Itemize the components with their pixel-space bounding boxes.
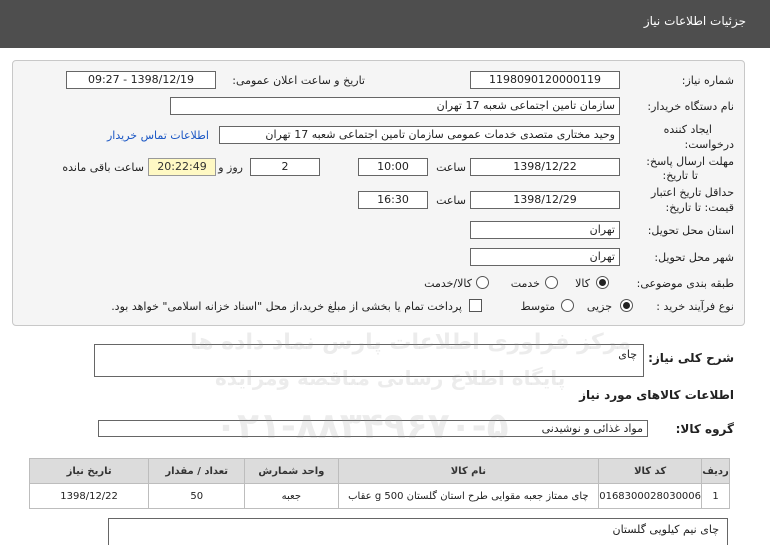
goods-table-header: ردیف کد کالا نام کالا واحد شمارش تعداد /… bbox=[28, 458, 730, 484]
process-type-label: نوع فرآیند خرید : bbox=[656, 300, 734, 313]
buyer-org-label: نام دستگاه خریدار: bbox=[647, 100, 734, 113]
announce-datetime-field: 1398/12/19 - 09:27 bbox=[66, 71, 216, 89]
reply-deadline-label-line2: تا تاریخ: bbox=[662, 169, 698, 182]
validity-time-field: 16:30 bbox=[358, 191, 428, 209]
column-header-need-date: تاریخ نیاز bbox=[28, 458, 150, 484]
process-medium-label: متوسط bbox=[520, 300, 555, 313]
page-title: جزئیات اطلاعات نیاز bbox=[643, 14, 746, 28]
requester-field: وحید مختاری متصدی خدمات عمومی سازمان تام… bbox=[219, 126, 620, 144]
need-number-field: 1198090120000119 bbox=[470, 71, 620, 89]
cell-row-number: 1 bbox=[701, 483, 730, 509]
column-header-unit: واحد شمارش bbox=[244, 458, 339, 484]
cell-unit: جعبه bbox=[244, 483, 339, 509]
price-validity-label-line2: قیمت: تا تاریخ: bbox=[665, 201, 734, 214]
city-label: شهر محل تحویل: bbox=[654, 251, 734, 264]
category-goods-service-radio[interactable] bbox=[476, 276, 489, 289]
process-minor-label: جزیی bbox=[586, 300, 612, 313]
goods-section-title: اطلاعات کالاهای مورد نیاز bbox=[579, 388, 734, 402]
category-goods-service-label: کالا/خدمت bbox=[424, 277, 472, 290]
announce-datetime-label: تاریخ و ساعت اعلان عمومی: bbox=[232, 74, 365, 87]
validity-date-field: 1398/12/29 bbox=[470, 191, 620, 209]
process-minor-radio[interactable] bbox=[620, 299, 633, 312]
need-summary-label: شرح کلی نیاز: bbox=[648, 351, 734, 365]
province-field: تهران bbox=[470, 221, 620, 239]
days-remaining-field: 2 bbox=[250, 158, 320, 176]
reply-time-label: ساعت bbox=[436, 161, 466, 174]
category-goods-label: کالا bbox=[575, 277, 590, 290]
column-header-row-number: ردیف bbox=[701, 458, 730, 484]
requester-label-line1: ایجاد کننده bbox=[663, 123, 712, 136]
table-row: 1 0168300028030006 چای ممتاز جعبه مقوایی… bbox=[28, 483, 730, 509]
city-field: تهران bbox=[470, 248, 620, 266]
province-label: استان محل تحویل: bbox=[647, 224, 734, 237]
price-validity-label-line1: حداقل تاریخ اعتبار bbox=[650, 186, 734, 199]
goods-group-field: مواد غذائی و نوشیدنی bbox=[98, 420, 648, 437]
goods-description-text: چای نیم کیلویی گلستان bbox=[612, 523, 719, 536]
reply-date-field: 1398/12/22 bbox=[470, 158, 620, 176]
cell-quantity: 50 bbox=[148, 483, 246, 509]
remaining-time-label: ساعت باقی مانده bbox=[62, 161, 144, 174]
goods-group-label: گروه کالا: bbox=[675, 422, 734, 436]
column-header-quantity: تعداد / مقدار bbox=[148, 458, 246, 484]
need-number-label: شماره نیاز: bbox=[681, 74, 734, 87]
buyer-org-field: سازمان تامین اجتماعی شعبه 17 تهران bbox=[170, 97, 620, 115]
validity-time-label: ساعت bbox=[436, 194, 466, 207]
remaining-time-display: 20:22:49 bbox=[148, 158, 216, 176]
goods-table: ردیف کد کالا نام کالا واحد شمارش تعداد /… bbox=[28, 458, 730, 509]
column-header-item-name: نام کالا bbox=[337, 458, 600, 484]
treasury-payment-note: پرداخت تمام یا بخشی از مبلغ خرید،از محل … bbox=[111, 300, 462, 313]
days-label: روز و bbox=[218, 161, 243, 174]
requester-label-line2: درخواست: bbox=[684, 138, 734, 151]
reply-time-field: 10:00 bbox=[358, 158, 428, 176]
process-medium-radio[interactable] bbox=[561, 299, 574, 312]
category-label: طبقه بندی موضوعی: bbox=[636, 277, 734, 290]
need-summary-box: چای bbox=[94, 344, 644, 377]
column-header-item-code: کد کالا bbox=[598, 458, 703, 484]
buyer-contact-link[interactable]: اطلاعات تماس خریدار bbox=[107, 129, 209, 142]
category-service-radio[interactable] bbox=[545, 276, 558, 289]
cell-need-date: 1398/12/22 bbox=[28, 483, 150, 509]
reply-deadline-label-line1: مهلت ارسال پاسخ: bbox=[646, 155, 734, 168]
cell-item-code: 0168300028030006 bbox=[598, 483, 703, 509]
cell-item-name: چای ممتاز جعبه مقوایی طرح استان گلستان 5… bbox=[337, 483, 600, 509]
page-header: جزئیات اطلاعات نیاز bbox=[0, 0, 770, 48]
need-summary-text: چای bbox=[618, 348, 637, 361]
goods-description-box: چای نیم کیلویی گلستان bbox=[108, 518, 728, 545]
category-service-label: خدمت bbox=[510, 277, 540, 290]
treasury-payment-checkbox[interactable] bbox=[469, 299, 482, 312]
category-goods-radio[interactable] bbox=[596, 276, 609, 289]
